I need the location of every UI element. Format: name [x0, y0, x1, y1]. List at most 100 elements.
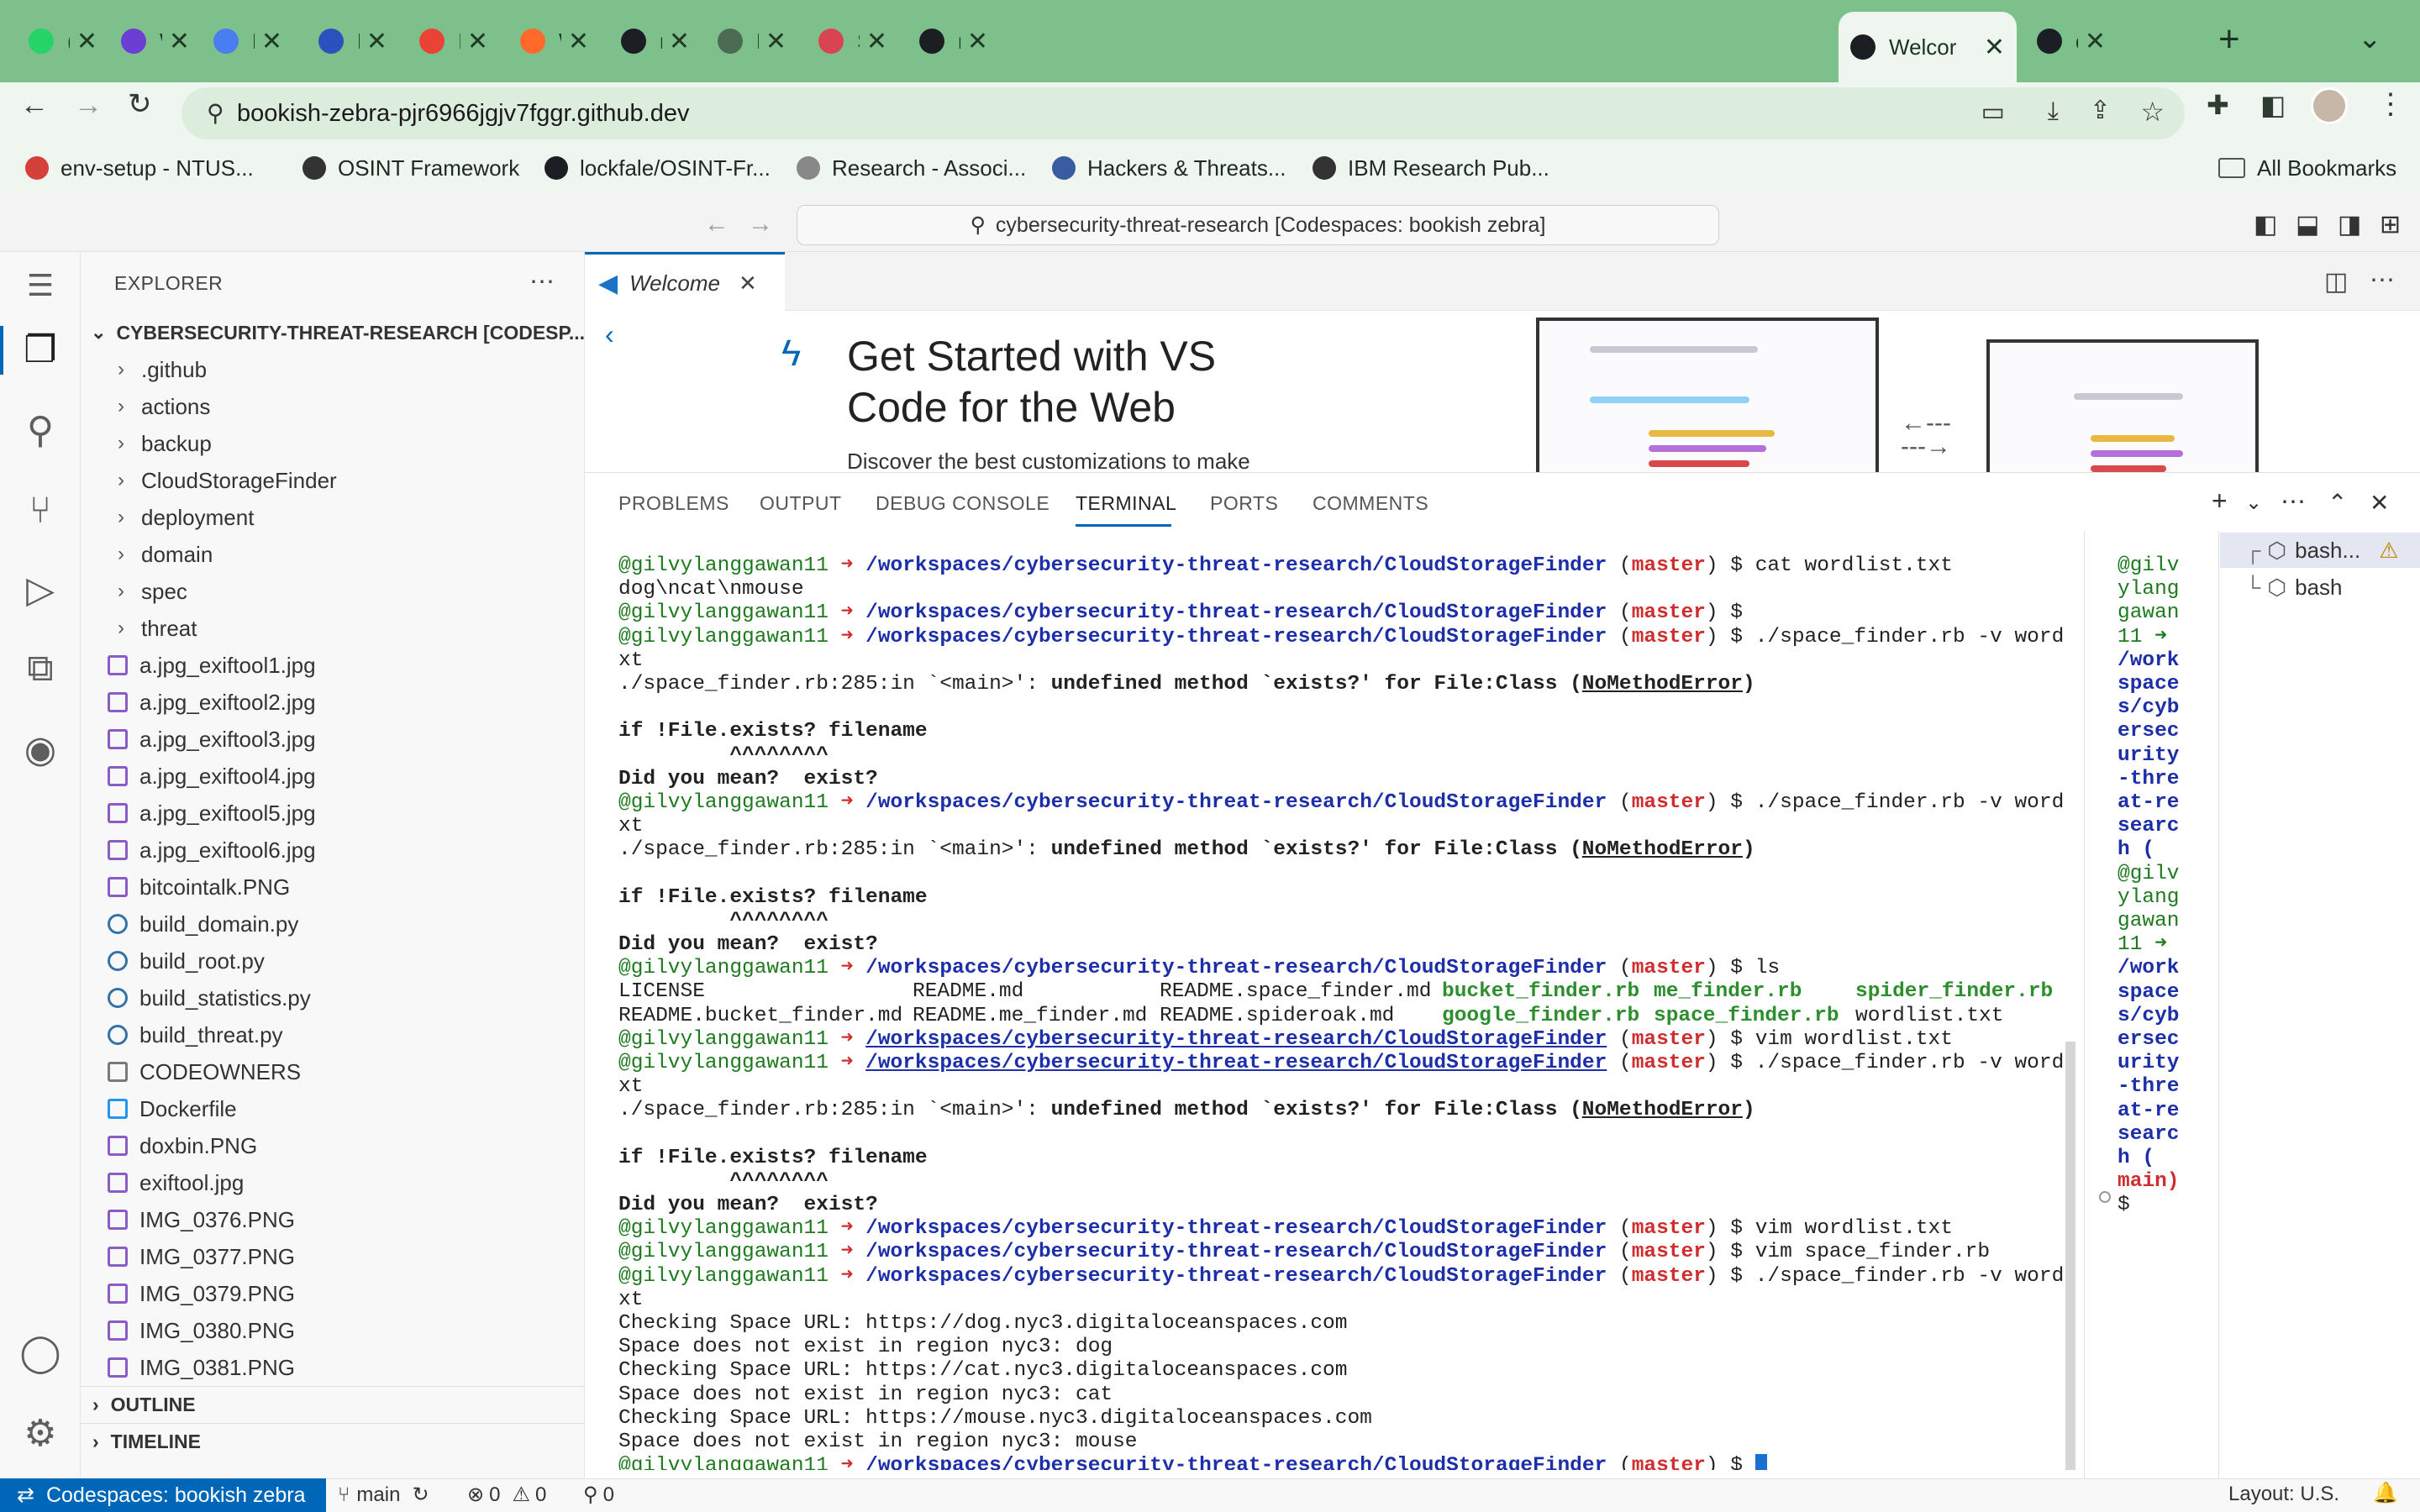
tree-file[interactable]: IMG_0381.PNG: [81, 1349, 585, 1386]
panel-tab-output[interactable]: OUTPUT: [760, 492, 842, 515]
outline-section[interactable]: › OUTLINE: [81, 1386, 585, 1423]
tree-file[interactable]: a.jpg_exiftool3.jpg: [81, 721, 585, 758]
tab-welcome[interactable]: ◀ Welcome ✕: [585, 252, 785, 312]
close-tab-icon[interactable]: ✕: [76, 27, 97, 56]
tree-folder[interactable]: › actions: [81, 388, 585, 425]
extensions-icon[interactable]: ✚: [2207, 89, 2229, 121]
browser-menu-icon[interactable]: ⋮: [2376, 87, 2405, 121]
run-debug-icon[interactable]: ▷: [18, 568, 62, 612]
tree-file[interactable]: IMG_0379.PNG: [81, 1275, 585, 1312]
tree-file[interactable]: IMG_0380.PNG: [81, 1312, 585, 1349]
accounts-icon[interactable]: ◯: [18, 1331, 62, 1374]
close-tab-icon[interactable]: ✕: [366, 27, 387, 56]
command-center[interactable]: ⚲ cybersecurity-threat-research [Codespa…: [797, 205, 1719, 245]
close-tab-icon[interactable]: ✕: [169, 27, 190, 56]
toggle-panel-icon[interactable]: ⬓: [2296, 210, 2319, 239]
tree-folder[interactable]: › .github: [81, 351, 585, 388]
all-bookmarks[interactable]: All Bookmarks: [2218, 151, 2396, 185]
site-info-icon[interactable]: ⚲: [207, 99, 224, 127]
github-icon[interactable]: ◉: [18, 727, 62, 771]
bookmark-star-icon[interactable]: ☆: [2140, 96, 2165, 128]
ports-item[interactable]: ⚲ 0: [583, 1483, 614, 1507]
tree-file[interactable]: build_domain.py: [81, 906, 585, 942]
tree-file[interactable]: build_root.py: [81, 942, 585, 979]
browser-tab[interactable]: (3) Wh ✕: [17, 12, 109, 71]
cast-icon[interactable]: ▭: [1981, 97, 2005, 127]
close-tab-icon[interactable]: ✕: [765, 27, 786, 56]
root-folder-header[interactable]: ⌄ CYBERSECURITY-THREAT-RESEARCH [CODESP.…: [81, 314, 585, 351]
nav-back-icon[interactable]: ←: [704, 210, 729, 239]
notifications-bell-icon[interactable]: 🔔: [2373, 1481, 2398, 1505]
tree-file[interactable]: CODEOWNERS: [81, 1053, 585, 1090]
bookmark-item[interactable]: env-setup - NTUS...: [25, 151, 254, 185]
tree-file[interactable]: Dockerfile: [81, 1090, 585, 1127]
terminal-scrollbar[interactable]: [2065, 1042, 2075, 1470]
reload-icon[interactable]: ↻: [128, 87, 152, 121]
keyboard-layout[interactable]: Layout: U.S.: [2228, 1483, 2339, 1506]
terminal-list-item[interactable]: ┌ ⬡ bash... ⚠: [2220, 533, 2420, 568]
manage-gear-icon[interactable]: ⚙: [18, 1411, 62, 1455]
customize-layout-icon[interactable]: ⊞: [2380, 210, 2401, 239]
terminal-dropdown-icon[interactable]: ⌄: [2245, 491, 2262, 515]
bookmark-item[interactable]: lockfale/OSINT-Fr...: [544, 151, 771, 185]
tree-file[interactable]: exiftool.jpg: [81, 1164, 585, 1201]
close-tab-icon[interactable]: ✕: [261, 27, 282, 56]
tree-file[interactable]: a.jpg_exiftool4.jpg: [81, 758, 585, 795]
bookmark-item[interactable]: Research - Associ...: [797, 151, 1026, 185]
tree-folder[interactable]: › threat: [81, 610, 585, 647]
new-tab-button[interactable]: +: [2218, 18, 2240, 60]
profile-avatar[interactable]: [2311, 87, 2348, 124]
tree-file[interactable]: IMG_0376.PNG: [81, 1201, 585, 1238]
panel-tab-problems[interactable]: PROBLEMS: [618, 492, 729, 515]
search-view-icon[interactable]: ⚲: [18, 408, 62, 452]
close-tab-icon[interactable]: ✕: [967, 27, 988, 56]
terminal-output[interactable]: @gilvylanggawan11 ➜ /workspaces/cybersec…: [618, 554, 2064, 1470]
install-app-icon[interactable]: ⤓: [2048, 97, 2059, 126]
back-icon[interactable]: ←: [20, 89, 49, 122]
tree-file[interactable]: doxbin.PNG: [81, 1127, 585, 1164]
bookmark-item[interactable]: Hackers & Threats...: [1052, 151, 1286, 185]
panel-tab-terminal[interactable]: TERMINAL: [1076, 492, 1176, 515]
new-terminal-icon[interactable]: +: [2212, 486, 2228, 517]
browser-tab[interactable]: Inbox (✕: [408, 12, 500, 71]
explorer-more-icon[interactable]: ⋯: [529, 267, 555, 297]
close-tab-icon[interactable]: ✕: [568, 27, 589, 56]
tab-search-icon[interactable]: ⌄: [2358, 22, 2382, 55]
tree-file[interactable]: a.jpg_exiftool1.jpg: [81, 647, 585, 684]
tree-folder[interactable]: › CloudStorageFinder: [81, 462, 585, 499]
tree-folder[interactable]: › deployment: [81, 499, 585, 536]
tree-file[interactable]: build_statistics.py: [81, 979, 585, 1016]
bookmark-item[interactable]: OSINT Framework: [302, 151, 519, 185]
share-icon[interactable]: ⇪: [2090, 96, 2111, 125]
browser-tab[interactable]: diginin ✕: [2025, 12, 2118, 71]
close-tab-icon[interactable]: ✕: [467, 27, 488, 56]
tree-file[interactable]: IMG_0377.PNG: [81, 1238, 585, 1275]
toggle-primary-sidebar-icon[interactable]: ◧: [2254, 210, 2277, 239]
terminal-output-narrow[interactable]: @gilv ylang gawan 11 ➜/work space s/cyb ersec u…: [2118, 554, 2218, 1226]
close-tab-icon[interactable]: ✕: [2085, 27, 2106, 56]
tree-folder[interactable]: › spec: [81, 573, 585, 610]
tree-file[interactable]: a.jpg_exiftool5.jpg: [81, 795, 585, 832]
tree-file[interactable]: bitcointalk.PNG: [81, 869, 585, 906]
browser-tab[interactable]: Nationa ✕: [307, 12, 399, 71]
problems-item[interactable]: ⊗ 0 ⚠ 0: [467, 1483, 546, 1507]
editor-more-icon[interactable]: ⋯: [2370, 265, 2395, 295]
welcome-back-icon[interactable]: ‹: [605, 319, 614, 350]
nav-forward-icon[interactable]: →: [748, 210, 773, 239]
maximize-panel-icon[interactable]: ⌃: [2328, 489, 2347, 517]
browser-tab[interactable]: raymur ✕: [609, 12, 702, 71]
browser-tab[interactable]: Shodar ✕: [807, 12, 899, 71]
panel-tab-comments[interactable]: COMMENTS: [1313, 492, 1428, 515]
tree-file[interactable]: build_threat.py: [81, 1016, 585, 1053]
source-control-icon[interactable]: ⑂: [18, 489, 62, 533]
panel-tab-ports[interactable]: PORTS: [1210, 492, 1278, 515]
terminal-split-divider[interactable]: [2084, 531, 2085, 1478]
branch-item[interactable]: ⑂ main ↻: [338, 1483, 429, 1507]
tree-folder[interactable]: › backup: [81, 425, 585, 462]
terminal-list-item[interactable]: └ ⬡ bash: [2220, 570, 2420, 605]
close-tab-icon[interactable]: ✕: [1984, 33, 2005, 62]
browser-tab[interactable]: Wordtu ✕: [109, 12, 202, 71]
bookmark-item[interactable]: IBM Research Pub...: [1313, 151, 1549, 185]
close-tab-icon[interactable]: ✕: [669, 27, 690, 56]
extensions-view-icon[interactable]: ⧉: [18, 647, 62, 690]
